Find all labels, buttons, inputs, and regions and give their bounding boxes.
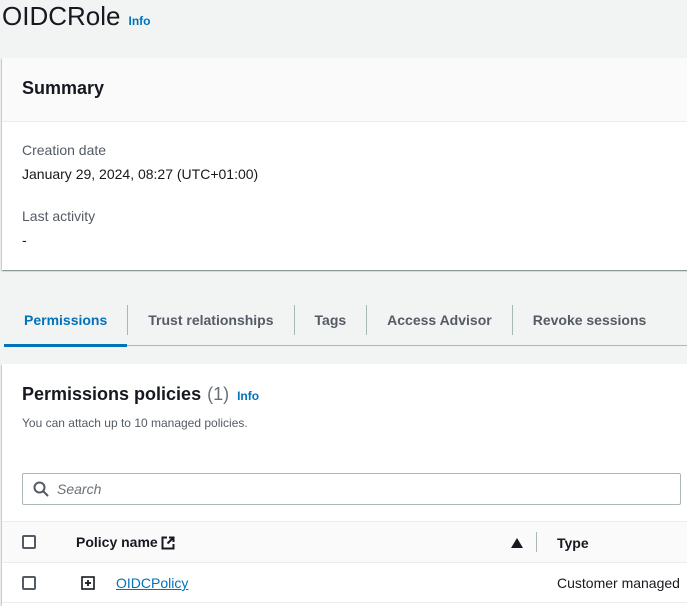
search-box[interactable] <box>22 473 681 505</box>
page-title: OIDCRole <box>2 1 121 31</box>
tab-trust-relationships[interactable]: Trust relationships <box>128 294 293 346</box>
search-input[interactable] <box>57 481 657 497</box>
last-activity-value: - <box>22 232 27 248</box>
summary-card: Summary Creation date January 29, 2024, … <box>2 58 687 270</box>
column-divider <box>536 532 537 552</box>
policies-info-link[interactable]: Info <box>237 389 259 403</box>
tab-revoke-sessions[interactable]: Revoke sessions <box>513 294 667 346</box>
creation-date-value: January 29, 2024, 08:27 (UTC+01:00) <box>22 166 259 182</box>
policies-count: (1) <box>207 384 230 404</box>
last-activity-label: Last activity <box>22 208 96 224</box>
search-icon <box>33 481 49 497</box>
policy-type: Customer managed <box>557 575 680 591</box>
column-policy-name[interactable]: Policy name <box>76 534 158 550</box>
policy-name-link[interactable]: OIDCPolicy <box>116 575 188 591</box>
tab-access-advisor[interactable]: Access Advisor <box>367 294 512 346</box>
tab-permissions[interactable]: Permissions <box>4 294 128 347</box>
tab-bar: Permissions Trust relationships Tags Acc… <box>4 294 687 347</box>
page-header: OIDCRole Info <box>2 0 150 34</box>
summary-title: Summary <box>2 58 687 122</box>
column-type[interactable]: Type <box>557 535 589 551</box>
policies-title: Permissions policies <box>22 384 202 404</box>
sort-ascending-icon[interactable] <box>511 538 523 548</box>
expand-icon[interactable] <box>81 576 95 590</box>
tab-tags[interactable]: Tags <box>295 294 367 346</box>
creation-date-label: Creation date <box>22 142 107 158</box>
info-link[interactable]: Info <box>128 14 150 28</box>
external-link-icon <box>161 536 175 550</box>
select-all-checkbox[interactable] <box>22 535 36 549</box>
table-header: Policy name Type <box>2 521 687 563</box>
row-checkbox[interactable] <box>22 576 36 590</box>
table-row: OIDCPolicy Customer managed <box>2 563 687 603</box>
policies-header: Permissions policies (1) Info <box>22 384 259 405</box>
policies-description: You can attach up to 10 managed policies… <box>22 416 248 430</box>
permissions-policies-card: Permissions policies (1) Info You can at… <box>2 364 687 606</box>
